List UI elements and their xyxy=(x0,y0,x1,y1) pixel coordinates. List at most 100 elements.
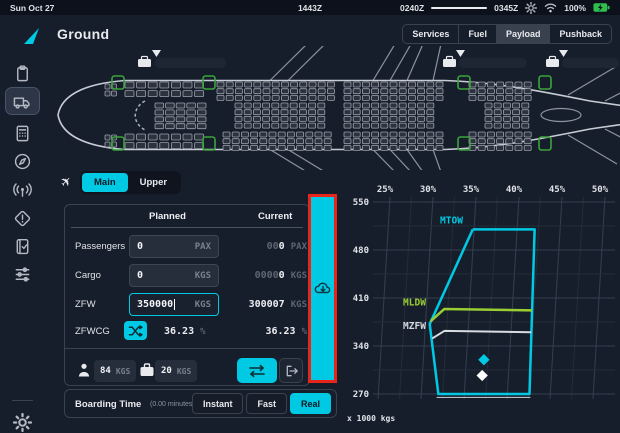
text-caret xyxy=(174,299,175,310)
series-MTOW xyxy=(430,229,535,394)
tab-pushback[interactable]: Pushback xyxy=(550,25,611,43)
pax-weight-unit: KGS xyxy=(116,367,130,376)
sidebar-item-ground[interactable] xyxy=(6,88,39,114)
header-rule xyxy=(71,227,303,228)
svg-text:340: 340 xyxy=(353,342,369,352)
payload-panel: Planned Current Passengers 0 PAX 000 PAX… xyxy=(64,204,310,386)
svg-text:480: 480 xyxy=(353,246,369,256)
column-header-planned: Planned xyxy=(149,211,186,222)
bag-weight-input[interactable]: 20 KGS xyxy=(155,360,197,382)
cargo-bar-aft-cargo[interactable] xyxy=(459,58,527,68)
sidebar-item-performance[interactable] xyxy=(6,120,39,146)
sidebar-item-presets[interactable] xyxy=(6,261,39,287)
svg-text:MLDW: MLDW xyxy=(403,298,426,309)
boarding-time-panel: Boarding Time (0.00 minutes) Instant Fas… xyxy=(64,389,337,418)
sliders-icon xyxy=(13,265,32,284)
svg-text:550: 550 xyxy=(353,198,369,208)
svg-text:25%: 25% xyxy=(377,185,394,195)
wifi-icon xyxy=(544,2,557,13)
passengers-current: 000 PAX xyxy=(267,241,307,252)
cargo-pointer xyxy=(456,50,465,57)
seat-map[interactable] xyxy=(45,46,620,170)
zfw-planned-unit: KGS xyxy=(195,300,211,310)
battery-percent: 100% xyxy=(564,3,586,13)
svg-text:MTOW: MTOW xyxy=(440,215,463,226)
zfw-planned-value: 350000 xyxy=(137,299,173,310)
passenger-icon xyxy=(76,362,92,378)
ground-page-tabs: Services Fuel Payload Pushback xyxy=(402,24,612,44)
bag-weight-value: 20 xyxy=(161,366,172,376)
boarding-time-estimate: (0.00 minutes) xyxy=(150,401,195,408)
svg-text:MZFW: MZFW xyxy=(403,321,426,332)
flight-progress-bar xyxy=(431,7,487,9)
deck-tab-main[interactable]: Main xyxy=(82,173,128,192)
row-label-passengers: Passengers xyxy=(75,241,125,252)
leg-start-time: 0240Z xyxy=(400,3,424,13)
truck-icon xyxy=(13,92,32,111)
marker-planned-cg xyxy=(477,370,488,381)
load-payload-button[interactable] xyxy=(311,197,334,380)
sidebar-item-clipboard[interactable] xyxy=(6,60,39,86)
cargo-pointer xyxy=(152,50,161,57)
series-MZFW xyxy=(432,331,531,339)
svg-text:x 1000 kgs: x 1000 kgs xyxy=(347,414,395,423)
sidebar-divider xyxy=(12,400,33,401)
sidebar-item-settings[interactable] xyxy=(6,410,39,433)
pax-weight-input[interactable]: 84 KGS xyxy=(94,360,136,382)
exit-door-icon xyxy=(284,364,299,378)
boarding-option-real[interactable]: Real xyxy=(290,393,331,414)
cargo-pointer xyxy=(559,50,568,57)
svg-text:270: 270 xyxy=(353,390,369,400)
tab-services[interactable]: Services xyxy=(403,25,459,43)
clipboard-icon xyxy=(13,64,32,83)
gear-icon xyxy=(13,413,32,432)
boarding-option-fast[interactable]: Fast xyxy=(246,393,287,414)
row-label-cargo: Cargo xyxy=(75,270,101,281)
battery-icon xyxy=(593,2,610,13)
swap-arrows-icon xyxy=(247,364,267,378)
tab-fuel[interactable]: Fuel xyxy=(459,25,497,43)
weights-row: 84 KGS 20 KGS xyxy=(65,348,309,385)
cargo-planned-unit: KGS xyxy=(195,271,211,281)
deck-tab-upper[interactable]: Upper xyxy=(128,173,179,192)
row-label-zfw: ZFW xyxy=(75,299,96,310)
action-highlight-box xyxy=(308,194,337,383)
zfwcg-planned: 36.23 % xyxy=(164,326,206,337)
swap-fill-button[interactable] xyxy=(237,358,277,383)
zfw-input[interactable]: 350000 KGS xyxy=(129,293,219,316)
airline-logo xyxy=(22,27,40,45)
cargo-current: 00000 KGS xyxy=(255,270,307,281)
cargo-input[interactable]: 0 KGS xyxy=(129,264,219,287)
status-bar: Sun Oct 27 1443Z 0240Z 0345Z xyxy=(0,0,620,15)
gear-icon[interactable] xyxy=(525,2,537,14)
broadcast-icon xyxy=(13,180,32,199)
page-title: Ground xyxy=(57,26,109,42)
cargo-bar-fwd-cargo[interactable] xyxy=(155,58,226,68)
efb-screen: Sun Oct 27 1443Z 0240Z 0345Z xyxy=(0,0,620,433)
cargo-bar-bulk-cargo[interactable] xyxy=(562,58,619,68)
bag-weight-unit: KGS xyxy=(177,367,191,376)
notebook-check-icon xyxy=(13,237,32,256)
sidebar-item-atc[interactable] xyxy=(6,176,39,202)
passengers-input[interactable]: 0 PAX xyxy=(129,235,219,258)
sidebar xyxy=(0,50,45,433)
column-header-current: Current xyxy=(258,211,292,222)
deboard-button[interactable] xyxy=(279,358,303,383)
svg-text:35%: 35% xyxy=(463,185,480,195)
passengers-planned-value: 0 xyxy=(137,241,143,252)
leg-end-time: 0345Z xyxy=(494,3,518,13)
passengers-planned-unit: PAX xyxy=(195,242,211,252)
svg-text:45%: 45% xyxy=(549,185,566,195)
boarding-option-instant[interactable]: Instant xyxy=(192,393,244,414)
row-label-zfwcg: ZFWCG xyxy=(75,326,110,337)
sidebar-item-failures[interactable] xyxy=(6,205,39,231)
warning-diamond-icon xyxy=(13,209,32,228)
sidebar-item-navigation[interactable] xyxy=(6,148,39,174)
boarding-time-label: Boarding Time xyxy=(75,399,141,410)
zfwcg-shuffle-button[interactable] xyxy=(124,321,147,340)
calculator-icon xyxy=(13,124,32,143)
cg-envelope-chart: 25%30%35%40%45%50%270340410480550x 1000 … xyxy=(345,183,620,431)
sidebar-item-checklists[interactable] xyxy=(6,233,39,259)
deck-selector: Main Upper xyxy=(80,171,181,194)
tab-payload[interactable]: Payload xyxy=(497,25,551,43)
